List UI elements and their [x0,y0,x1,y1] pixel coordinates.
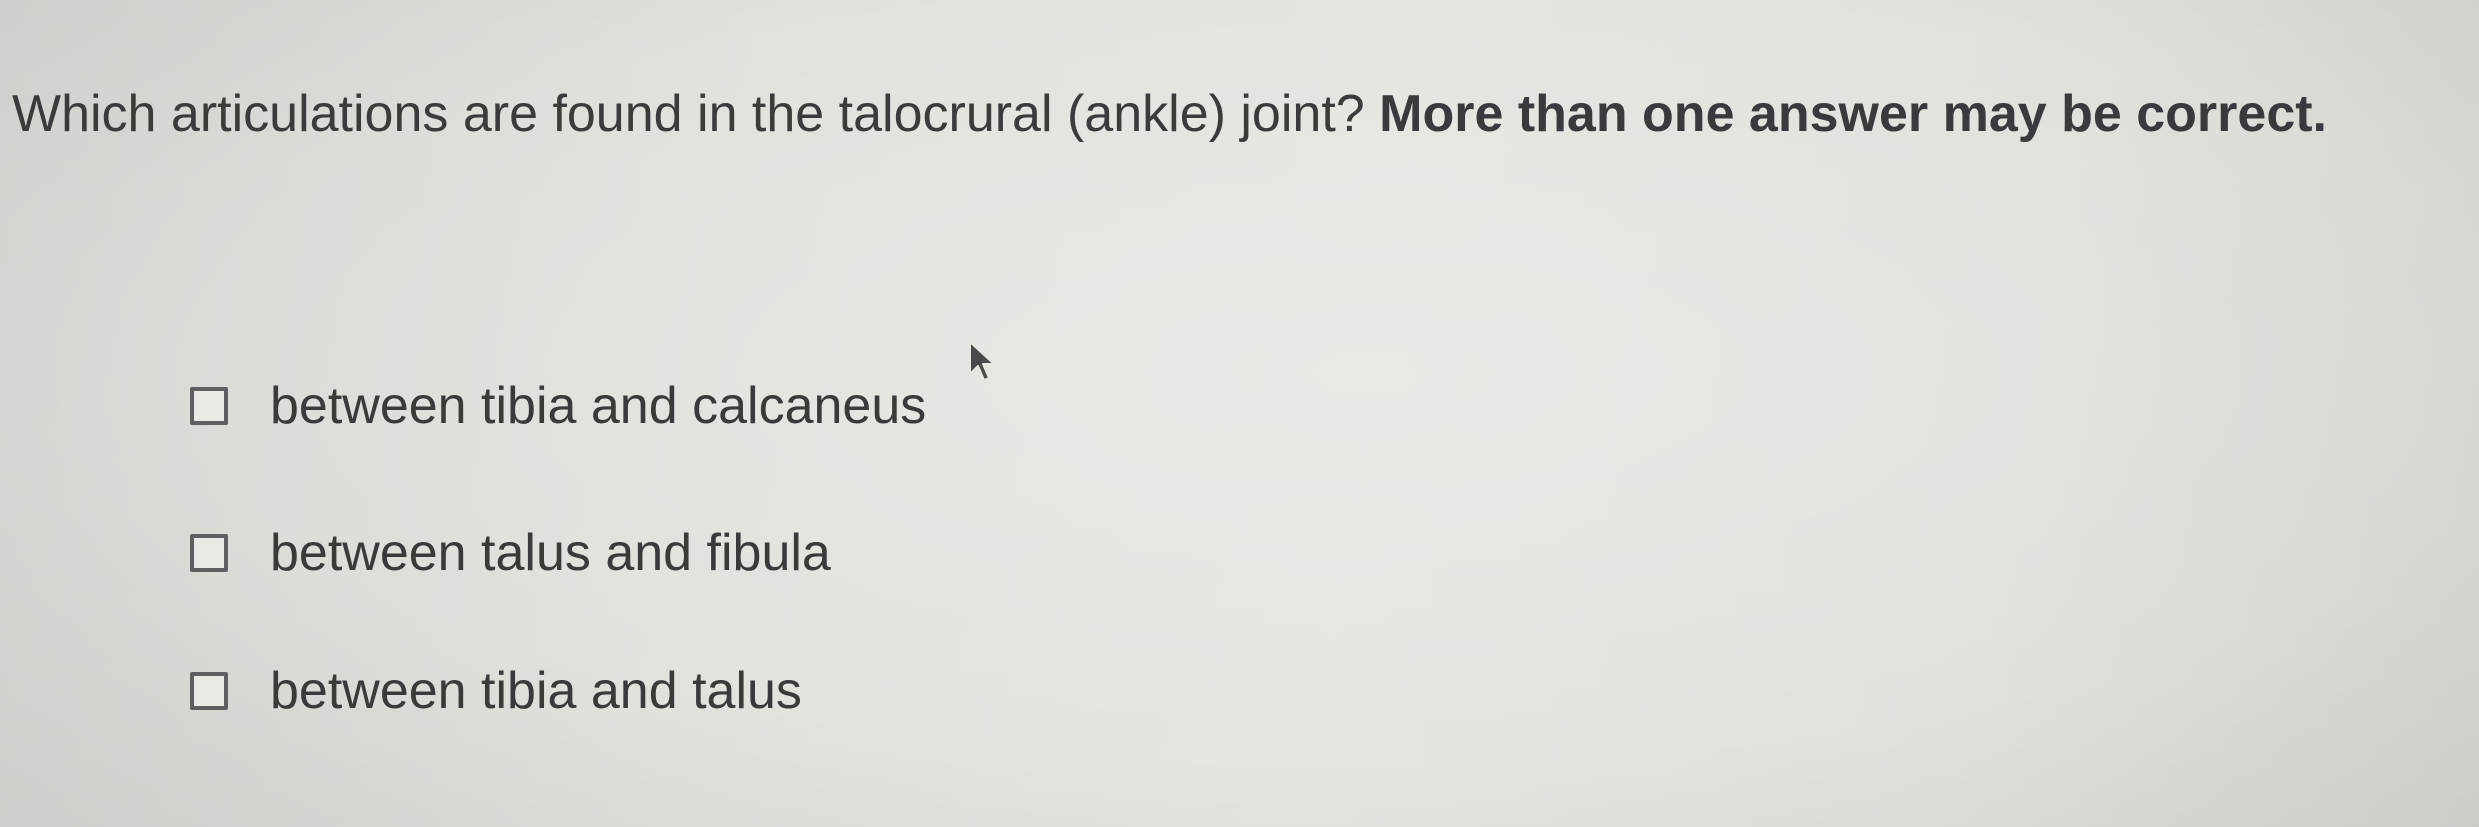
answer-option[interactable]: between tibia and talus [190,659,802,723]
answer-option-label[interactable]: between tibia and talus [270,659,802,723]
checkbox[interactable] [190,534,228,572]
checkbox[interactable] [190,672,228,710]
checkbox[interactable] [190,387,228,425]
answer-option[interactable]: between talus and fibula [190,521,831,585]
answer-option-label[interactable]: between tibia and calcaneus [270,374,926,438]
question-text: Which articulations are found in the tal… [12,85,1365,143]
answer-option[interactable]: between tibia and calcaneus [190,374,926,438]
question-prompt: Which articulations are found in the tal… [12,82,2462,146]
mouse-pointer-icon [969,341,995,381]
answer-option-label[interactable]: between talus and fibula [270,521,831,585]
question-instruction: More than one answer may be correct. [1379,85,2327,143]
